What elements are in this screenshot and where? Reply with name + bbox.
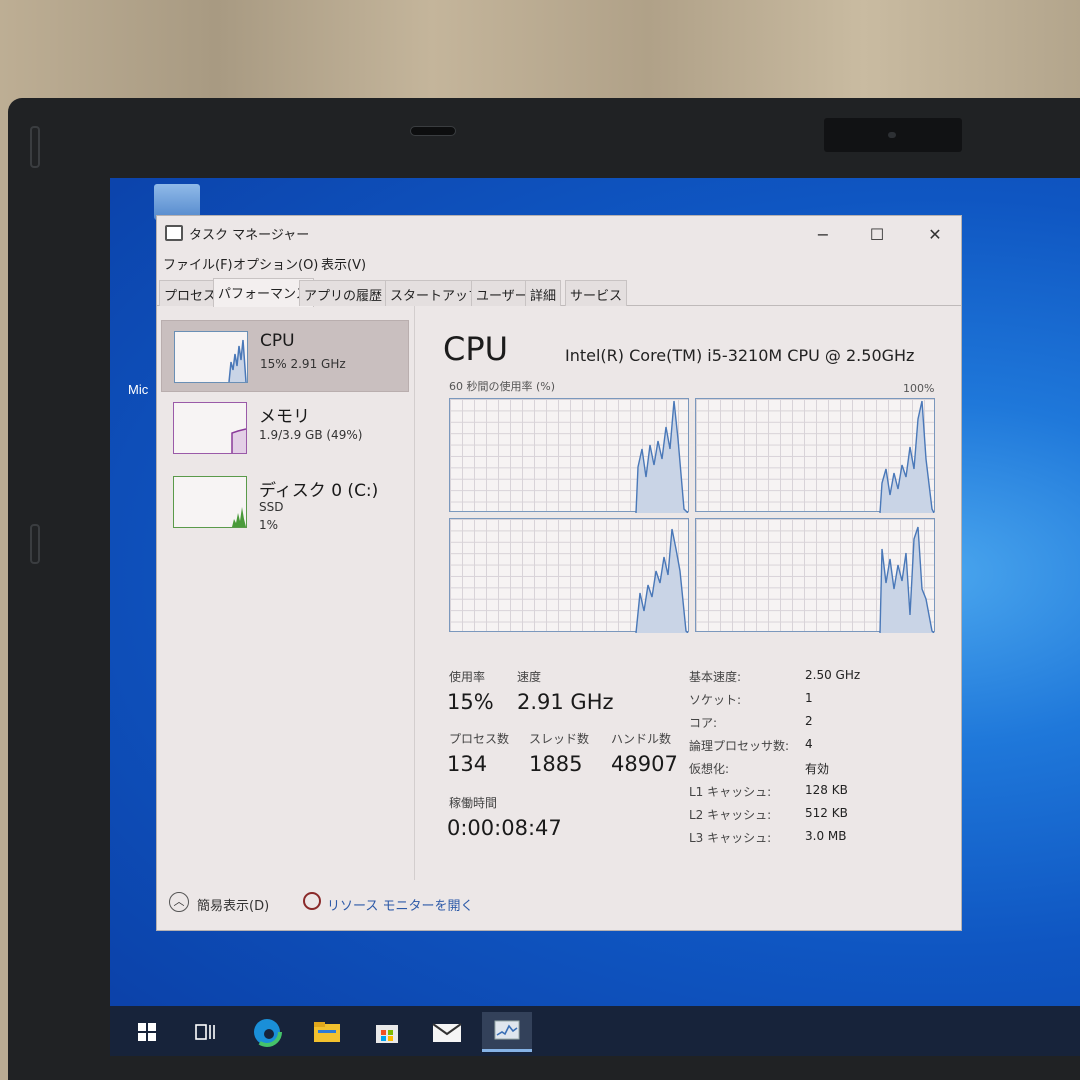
open-resource-monitor-link[interactable]: リソース モニターを開く [327, 895, 473, 914]
menu-options[interactable]: オプション(O) [233, 254, 318, 273]
page-title: CPU [443, 330, 509, 368]
spec-label: L3 キャッシュ: [689, 831, 772, 845]
edge-icon[interactable] [242, 1012, 292, 1052]
spec-label: 基本速度: [689, 670, 742, 684]
spec-label: 仮想化: [689, 762, 730, 776]
usage-value: 15% [447, 690, 494, 714]
resource-detail: 1.9/3.9 GB (49%) [259, 428, 363, 442]
resource-name: CPU [260, 331, 295, 351]
store-icon[interactable] [362, 1012, 412, 1052]
spec-label: 論理プロセッサ数: [689, 739, 790, 753]
resource-monitor-icon[interactable] [303, 892, 321, 910]
mail-icon[interactable] [422, 1012, 472, 1052]
spec-value: 2 [805, 714, 813, 728]
maximize-button[interactable]: ☐ [855, 220, 899, 248]
task-manager-window: タスク マネージャー − ☐ ✕ ファイル(F) オプション(O) 表示(V) … [156, 215, 962, 931]
tab-details[interactable]: 詳細 [525, 280, 562, 306]
graph-max-label: 100% [903, 382, 935, 395]
wall-background [0, 0, 1080, 110]
disk-mini-graph [173, 476, 247, 528]
threads-value: 1885 [529, 752, 583, 776]
title-bar[interactable]: タスク マネージャー − ☐ ✕ [157, 216, 961, 250]
spec-label: ソケット: [689, 693, 742, 707]
bezel-notch [410, 126, 456, 136]
resource-detail: 15% 2.91 GHz [260, 357, 346, 371]
resource-item-disk[interactable]: ディスク 0 (C:) SSD 1% [161, 466, 409, 538]
processes-value: 134 [447, 752, 488, 776]
tab-bar: プロセス パフォーマンス アプリの履歴 スタートアップ ユーザー 詳細 サービス [157, 278, 961, 307]
file-explorer-icon[interactable] [302, 1012, 352, 1052]
spec-value: 1 [805, 691, 813, 705]
window-title: タスク マネージャー [189, 228, 310, 243]
task-view-icon[interactable] [180, 1012, 230, 1052]
threads-label: スレッド数 [529, 732, 590, 746]
menu-view[interactable]: 表示(V) [321, 254, 366, 273]
chevron-up-icon[interactable]: ︿ [169, 892, 189, 912]
bezel-mark [30, 524, 40, 564]
resource-name: ディスク 0 (C:) [259, 481, 379, 501]
start-icon[interactable] [122, 1012, 172, 1052]
handles-label: ハンドル数 [611, 732, 672, 746]
resource-item-memory[interactable]: メモリ 1.9/3.9 GB (49%) [161, 392, 409, 464]
menu-bar: ファイル(F) オプション(O) 表示(V) [157, 250, 961, 274]
spec-value: 有効 [805, 762, 830, 776]
cpu-core-graph-3 [695, 518, 935, 633]
desktop-icon-label[interactable]: Mic [128, 382, 148, 397]
task-manager-icon[interactable] [482, 1012, 532, 1052]
spec-value: 3.0 MB [805, 829, 847, 843]
cpu-core-graph-1 [695, 398, 935, 513]
tab-services[interactable]: サービス [565, 280, 628, 306]
processes-label: プロセス数 [449, 732, 510, 746]
handles-value: 48907 [611, 752, 678, 776]
cpu-model: Intel(R) Core(TM) i5-3210M CPU @ 2.50GHz [565, 346, 915, 365]
close-button[interactable]: ✕ [913, 220, 957, 248]
spec-value: 128 KB [805, 783, 848, 797]
cpu-mini-graph [174, 331, 248, 383]
tab-processes[interactable]: プロセス [159, 280, 222, 306]
resource-name: メモリ [259, 407, 310, 427]
speed-value: 2.91 GHz [517, 690, 614, 714]
footer: ︿ 簡易表示(D) リソース モニターを開く [157, 888, 961, 918]
usage-label: 使用率 [449, 670, 486, 684]
cpu-core-graph-0 [449, 398, 689, 513]
taskbar [110, 1006, 1080, 1056]
fewer-details-link[interactable]: 簡易表示(D) [197, 895, 269, 914]
spec-value: 2.50 GHz [805, 668, 861, 682]
resource-item-cpu[interactable]: CPU 15% 2.91 GHz [161, 320, 409, 392]
resource-list: CPU 15% 2.91 GHz メモリ 1.9/3.9 GB (49%) ディ… [157, 306, 415, 880]
spec-label: L2 キャッシュ: [689, 808, 772, 822]
menu-file[interactable]: ファイル(F) [163, 254, 233, 273]
uptime-value: 0:00:08:47 [447, 816, 562, 840]
spec-value: 4 [805, 737, 813, 751]
minimize-button[interactable]: − [801, 220, 845, 248]
spec-label: コア: [689, 716, 718, 730]
resource-detail: SSD [259, 500, 284, 514]
cpu-core-graph-2 [449, 518, 689, 633]
bezel-mark [30, 126, 40, 168]
spec-label: L1 キャッシュ: [689, 785, 772, 799]
uptime-label: 稼働時間 [449, 796, 498, 810]
task-manager-app-icon [165, 225, 183, 241]
speed-label: 速度 [517, 670, 542, 684]
webcam-lens-icon [888, 132, 896, 138]
tab-app-history[interactable]: アプリの履歴 [299, 280, 388, 306]
memory-mini-graph [173, 402, 247, 454]
graph-caption: 60 秒間の使用率 (%) [449, 380, 556, 393]
spec-value: 512 KB [805, 806, 848, 820]
tab-users[interactable]: ユーザー [471, 280, 533, 306]
resource-detail-2: 1% [259, 518, 279, 532]
